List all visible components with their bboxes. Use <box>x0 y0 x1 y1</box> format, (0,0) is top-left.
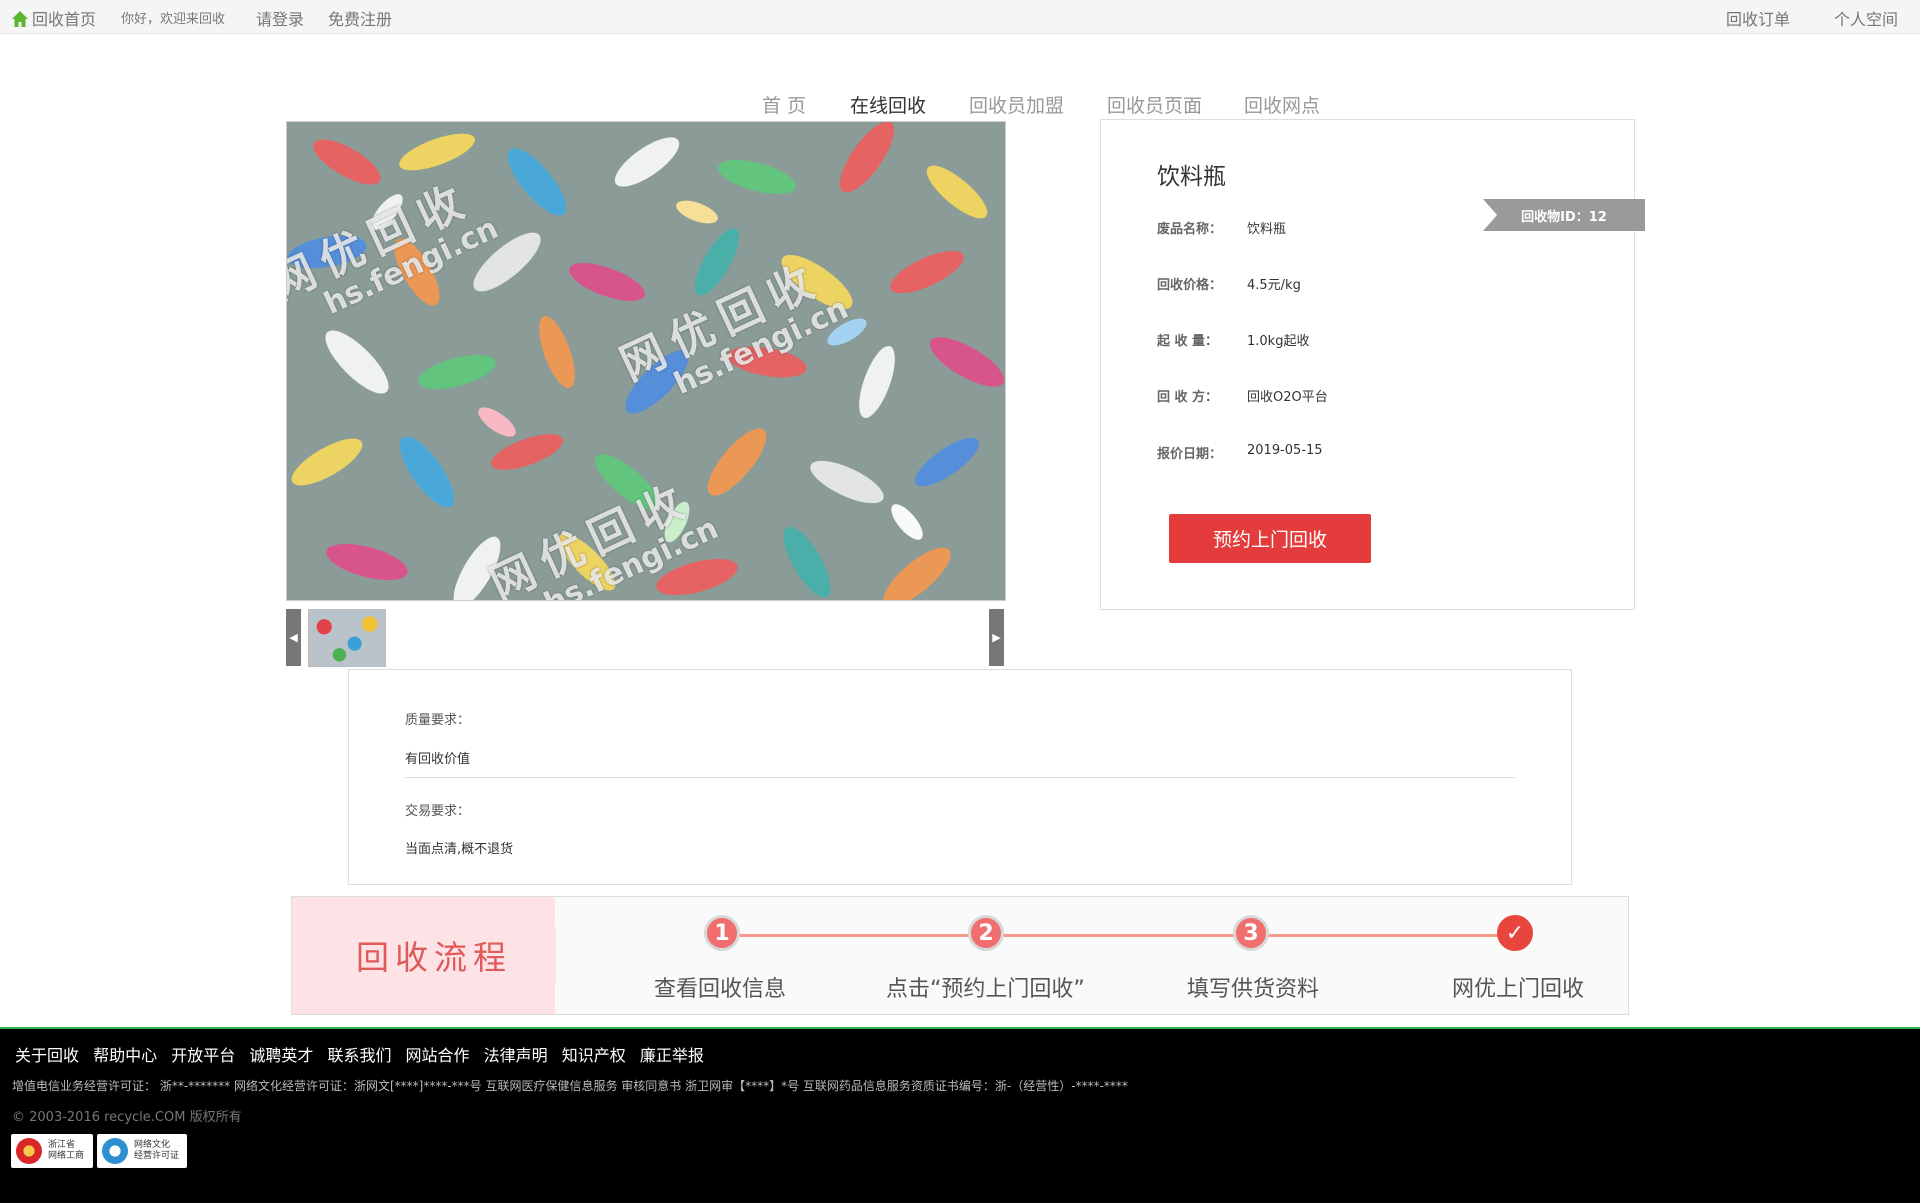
field-label-date: 报价日期： <box>1157 447 1223 462</box>
step-3-label: 填写供货资料 <box>1187 977 1320 1002</box>
register-link[interactable]: 免费注册 <box>328 6 392 30</box>
badge2-line2: 经营许可证 <box>134 1151 180 1161</box>
product-image: 网优回收 hs.fengi.cn 网优回收 hs.fengi.cn 网优回收 h… <box>286 121 1006 601</box>
business-license-badge[interactable]: 浙江省 网络工商 <box>11 1134 93 1168</box>
home-link-label: 回收首页 <box>32 10 97 29</box>
caret-left-icon: ◀ <box>289 631 298 644</box>
orders-link[interactable]: 回收订单 <box>1726 6 1790 30</box>
nav-home[interactable]: 首 页 <box>762 91 806 118</box>
trade-value: 当面点清,概不退货 <box>405 842 514 857</box>
badge1-line1: 浙江省 <box>48 1140 76 1150</box>
footer-link-about[interactable]: 关于回收 <box>15 1046 79 1065</box>
footer-links: 关于回收 帮助中心 开放平台 诚聘英才 联系我们 网站合作 法律声明 知识产权 … <box>15 1042 713 1066</box>
thumb-next-button[interactable]: ▶ <box>989 609 1004 666</box>
field-value-recycler: 回收O2O平台 <box>1247 390 1328 405</box>
check-icon: ✓ <box>1497 915 1533 951</box>
requirements-panel: 质量要求： 有回收价值 交易要求： 当面点清,概不退货 <box>348 669 1572 885</box>
divider <box>405 777 1515 778</box>
footer-link-ip[interactable]: 知识产权 <box>562 1046 626 1065</box>
top-bar: 回收首页 你好，欢迎来回收 请登录 免费注册 回收订单 个人空间 <box>0 0 1920 34</box>
field-value-price: 4.5元/kg <box>1247 278 1301 293</box>
product-info-panel: 饮料瓶 回收物ID：12 废品名称： 饮料瓶 回收价格： 4.5元/kg 起 收… <box>1100 119 1645 610</box>
footer-link-contact[interactable]: 联系我们 <box>327 1046 391 1065</box>
field-value-date: 2019-05-15 <box>1247 443 1323 458</box>
step-4-label: 网优上门回收 <box>1452 977 1585 1002</box>
welcome-text: 你好，欢迎来回收 <box>121 12 226 27</box>
step-3-badge: 3 <box>1233 915 1269 951</box>
footer-link-help[interactable]: 帮助中心 <box>93 1046 157 1065</box>
recycle-id-tag: 回收物ID：12 <box>1483 199 1645 231</box>
book-pickup-button[interactable]: 预约上门回收 <box>1169 514 1371 563</box>
recycle-process-banner: 回收流程 1 2 3 ✓ 查看回收信息 点击“预约上门回收” 填写供货资料 网优… <box>291 896 1629 1015</box>
culture-license-badge[interactable]: 网络文化 经营许可证 <box>97 1134 187 1168</box>
step-2-label: 点击“预约上门回收” <box>886 977 1085 1002</box>
caret-right-icon: ▶ <box>992 631 1001 644</box>
home-icon <box>12 11 28 27</box>
footer-link-legal[interactable]: 法律声明 <box>484 1046 548 1065</box>
personal-space-link[interactable]: 个人空间 <box>1834 6 1898 30</box>
step-1-badge: 1 <box>704 915 740 951</box>
badge1-line2: 网络工商 <box>48 1151 85 1161</box>
footer-link-careers[interactable]: 诚聘英才 <box>249 1046 313 1065</box>
copyright-text: © 2003-2016 recycle.COM 版权所有 <box>12 1110 242 1125</box>
badge2-line1: 网络文化 <box>134 1140 171 1150</box>
thumbnail-image[interactable] <box>308 609 386 667</box>
process-connector-line <box>1262 934 1518 937</box>
home-link[interactable]: 回收首页 <box>11 6 96 30</box>
product-title: 饮料瓶 <box>1157 164 1226 190</box>
culture-license-icon <box>102 1138 128 1164</box>
footer-link-open-platform[interactable]: 开放平台 <box>171 1046 235 1065</box>
field-label-recycler: 回 收 方： <box>1157 390 1219 405</box>
quality-value: 有回收价值 <box>405 752 471 767</box>
nav-recycle-points[interactable]: 回收网点 <box>1244 91 1320 118</box>
step-1-label: 查看回收信息 <box>654 977 787 1002</box>
login-link[interactable]: 请登录 <box>256 6 304 30</box>
quality-label: 质量要求： <box>405 713 471 728</box>
field-label-price: 回收价格： <box>1157 278 1223 293</box>
process-title: 回收流程 <box>356 938 512 977</box>
field-value-min-qty: 1.0kg起收 <box>1247 334 1310 349</box>
field-label-min-qty: 起 收 量： <box>1157 334 1219 349</box>
thumb-prev-button[interactable]: ◀ <box>286 609 301 666</box>
footer-link-report[interactable]: 廉正举报 <box>640 1046 704 1065</box>
nav-online-recycle[interactable]: 在线回收 <box>850 91 926 118</box>
license-text: 增值电信业务经营许可证： 浙**-******* 网络文化经营许可证：浙网文[*… <box>12 1079 1128 1093</box>
thumbnail-strip: ◀ ▶ <box>286 609 1004 667</box>
field-value-name: 饮料瓶 <box>1247 222 1287 237</box>
nav-recycler-page[interactable]: 回收员页面 <box>1107 91 1202 118</box>
step-2-badge: 2 <box>968 915 1004 951</box>
footer: 关于回收 帮助中心 开放平台 诚聘英才 联系我们 网站合作 法律声明 知识产权 … <box>0 1027 1920 1203</box>
nav-recycler-join[interactable]: 回收员加盟 <box>969 91 1064 118</box>
field-label-name: 废品名称： <box>1157 222 1223 237</box>
emblem-icon <box>16 1138 42 1164</box>
trade-label: 交易要求： <box>405 804 471 819</box>
footer-link-partners[interactable]: 网站合作 <box>406 1046 470 1065</box>
